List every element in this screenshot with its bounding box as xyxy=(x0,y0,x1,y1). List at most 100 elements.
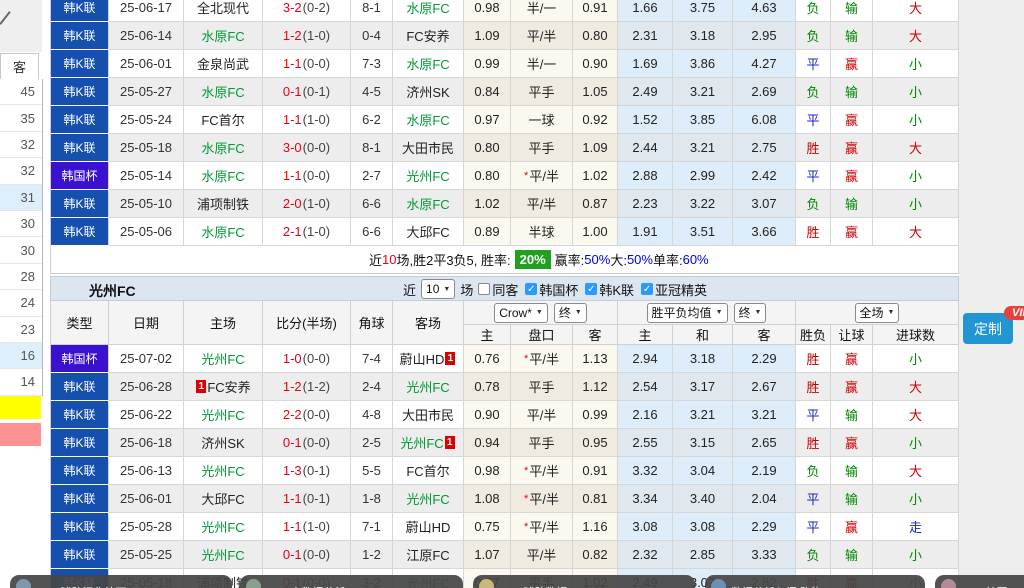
euro-odds-draw: 3.22 xyxy=(673,190,733,218)
result-handicap: 输 xyxy=(831,22,873,50)
result-goals: 小 xyxy=(873,190,959,218)
away-team[interactable]: 大邱FC xyxy=(393,218,464,246)
result-goals: 大 xyxy=(873,218,959,246)
popup-text: 2025球队数据 xyxy=(499,584,567,588)
asian-odds-home: 1.08 xyxy=(464,485,511,513)
table-row: 韩K联25-05-25光州FC0-1(0-0)1-2江原FC1.07平/半0.8… xyxy=(51,541,959,569)
away-team[interactable]: 江原FC xyxy=(393,541,464,569)
away-team[interactable]: 水原FC xyxy=(393,190,464,218)
asian-odds-away: 1.05 xyxy=(573,78,618,106)
filter-checkbox-韩国杯[interactable]: ✓韩国杯 xyxy=(525,280,578,299)
home-team[interactable]: 光州FC xyxy=(184,457,263,485)
euro-odds-home: 2.54 xyxy=(618,373,673,401)
filter-checkbox-韩K联[interactable]: ✓韩K联 xyxy=(585,280,634,299)
home-team[interactable]: 光州FC xyxy=(184,541,263,569)
taskbar-popup[interactable]: 2025球队数据 xyxy=(473,575,695,588)
games-count-select[interactable]: 10▼ xyxy=(421,279,455,299)
euro-odds-away: 2.95 xyxy=(733,22,796,50)
euro-odds-draw: 3.21 xyxy=(673,401,733,429)
popup-text: 数据分析入门 购物 xyxy=(731,584,822,588)
euro-odds-away: 2.19 xyxy=(733,457,796,485)
euro-odds-draw: 3.86 xyxy=(673,50,733,78)
result-handicap: 赢 xyxy=(831,373,873,401)
home-team[interactable]: 浦项制铁 xyxy=(184,190,263,218)
popup-text: 2025大数据分析 xyxy=(266,584,345,588)
filter-checkbox-同客[interactable]: 同客 xyxy=(478,280,518,299)
away-team[interactable]: FC安养 xyxy=(393,22,464,50)
match-date: 25-05-06 xyxy=(109,218,184,246)
asian-handicap: 平手 xyxy=(511,134,573,162)
asian-odds-away: 0.99 xyxy=(573,401,618,429)
checkbox-checked-icon[interactable]: ✓ xyxy=(641,283,653,295)
result-wdl: 平 xyxy=(796,106,831,134)
home-team[interactable]: 光州FC xyxy=(184,513,263,541)
home-team[interactable]: 光州FC xyxy=(184,345,263,373)
result-handicap: 输 xyxy=(831,190,873,218)
away-team[interactable]: 水原FC xyxy=(393,50,464,78)
away-team[interactable]: 光州FC xyxy=(393,162,464,190)
away-team[interactable]: 光州FC1 xyxy=(393,429,464,457)
checkbox-checked-icon[interactable]: ✓ xyxy=(585,283,597,295)
popup-text: 2016韩国 xyxy=(961,584,1007,588)
home-team[interactable]: 济州SK xyxy=(184,429,263,457)
taskbar-popup[interactable]: 2016韩国 xyxy=(935,575,1024,588)
result-handicap: 输 xyxy=(831,401,873,429)
euro-odds-home: 2.16 xyxy=(618,401,673,429)
average-time-select[interactable]: 终▼ xyxy=(734,303,767,323)
home-team[interactable]: 金泉尚武 xyxy=(184,50,263,78)
home-team[interactable]: 全北现代 xyxy=(184,0,263,22)
away-team[interactable]: 光州FC xyxy=(393,373,464,401)
table-row: 韩K联25-06-01大邱FC1-1(0-1)1-8光州FC1.08*平/半0.… xyxy=(51,485,959,513)
home-team[interactable]: 水原FC xyxy=(184,78,263,106)
asian-handicap: *平/半 xyxy=(511,162,573,190)
checkbox-unchecked-icon[interactable] xyxy=(478,283,490,295)
average-type-select[interactable]: 胜平负均值▼ xyxy=(647,303,728,323)
checkbox-checked-icon[interactable]: ✓ xyxy=(525,283,537,295)
away-team[interactable]: 蔚山HD1 xyxy=(393,345,464,373)
odds-time-select[interactable]: 终▼ xyxy=(554,303,587,323)
home-team[interactable]: 1FC安养 xyxy=(184,373,263,401)
score: 1-3(0-1) xyxy=(263,457,351,485)
home-team[interactable]: 水原FC xyxy=(184,22,263,50)
league-badge: 韩K联 xyxy=(51,78,109,106)
asian-odds-away: 0.91 xyxy=(573,457,618,485)
result-wdl: 负 xyxy=(796,0,831,22)
home-team[interactable]: FC首尔 xyxy=(184,106,263,134)
result-wdl: 平 xyxy=(796,401,831,429)
euro-odds-draw: 2.99 xyxy=(673,162,733,190)
euro-odds-away: 3.66 xyxy=(733,218,796,246)
asian-handicap: 平/半 xyxy=(511,22,573,50)
away-team[interactable]: 蔚山HD xyxy=(393,513,464,541)
asian-odds-home: 1.07 xyxy=(464,541,511,569)
result-handicap: 赢 xyxy=(831,345,873,373)
asian-odds-away: 1.12 xyxy=(573,373,618,401)
euro-odds-home: 3.34 xyxy=(618,485,673,513)
column-header-5: 客场 xyxy=(393,301,464,345)
result-wdl: 负 xyxy=(796,457,831,485)
result-handicap: 输 xyxy=(831,457,873,485)
away-team[interactable]: 光州FC xyxy=(393,485,464,513)
odds-source-select[interactable]: Crow*▼ xyxy=(494,303,548,323)
match-date: 25-05-25 xyxy=(109,541,184,569)
star-icon: * xyxy=(524,353,528,365)
away-team[interactable]: 水原FC xyxy=(393,0,464,22)
filter-checkbox-亚冠精英[interactable]: ✓亚冠精英 xyxy=(641,280,707,299)
home-team[interactable]: 水原FC xyxy=(184,134,263,162)
euro-odds-home: 2.49 xyxy=(618,78,673,106)
taskbar-popup[interactable]: 2025大数据分析 xyxy=(240,575,463,588)
away-team[interactable]: 大田市民 xyxy=(393,134,464,162)
home-team[interactable]: 水原FC xyxy=(184,162,263,190)
result-handicap: 赢 xyxy=(831,106,873,134)
league-badge: 韩K联 xyxy=(51,541,109,569)
away-team[interactable]: FC首尔 xyxy=(393,457,464,485)
taskbar-popup[interactable]: 2025球队汉化补丁 xyxy=(10,575,232,588)
home-team[interactable]: 大邱FC xyxy=(184,485,263,513)
home-team[interactable]: 光州FC xyxy=(184,401,263,429)
away-team[interactable]: 济州SK xyxy=(393,78,464,106)
away-team[interactable]: 水原FC xyxy=(393,106,464,134)
scope-select[interactable]: 全场▼ xyxy=(855,303,900,323)
home-team[interactable]: 水原FC xyxy=(184,218,263,246)
score: 2-2(0-0) xyxy=(263,401,351,429)
taskbar-popup[interactable]: 数据分析入门 购物 xyxy=(705,575,925,588)
away-team[interactable]: 大田市民 xyxy=(393,401,464,429)
